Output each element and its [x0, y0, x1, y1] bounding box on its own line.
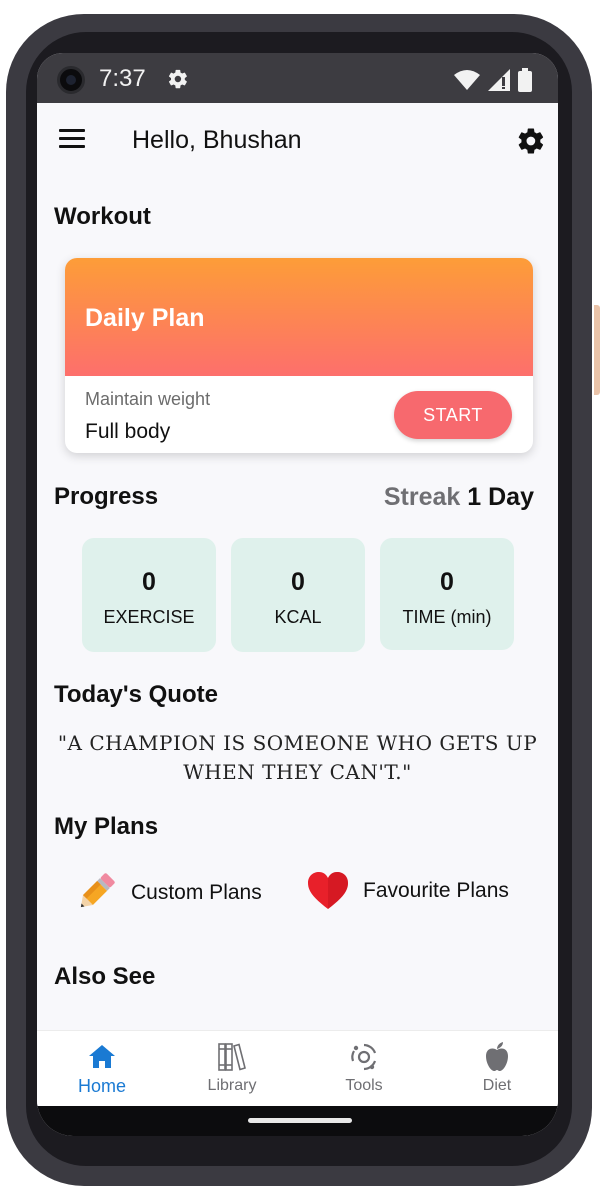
nav-label: Home: [77, 1076, 126, 1096]
nav-label: Library: [207, 1077, 257, 1094]
nav-home[interactable]: Home: [37, 1031, 167, 1107]
stat-label: KCAL: [274, 607, 322, 627]
streak-label: Streak: [383, 483, 461, 511]
tools-icon: [351, 1043, 377, 1071]
greeting-title: Hello, Bhushan: [132, 126, 302, 154]
daily-plan-card[interactable]: Daily Plan Maintain weight Full body STA…: [65, 258, 533, 453]
progress-section-title: Progress: [54, 483, 159, 510]
phone-side-button: [594, 305, 600, 395]
nav-diet[interactable]: Diet: [432, 1031, 558, 1107]
pencil-icon: [80, 873, 115, 908]
stat-value: 0: [142, 568, 156, 596]
heart-icon: [308, 872, 348, 909]
home-icon: [89, 1045, 115, 1068]
wifi-icon: [454, 70, 480, 90]
stat-label: TIME (min): [402, 607, 492, 627]
app-screen: 7:37 Hello, Bhushan Workout Daily Plan M…: [37, 53, 558, 1136]
also-see-section-title: Also See: [54, 963, 156, 990]
streak-value: 1 Day: [467, 483, 534, 511]
app-header: Hello, Bhushan: [37, 103, 558, 179]
signal-icon: [488, 69, 510, 91]
nav-tools[interactable]: Tools: [299, 1031, 429, 1107]
quote-section-title: Today's Quote: [54, 681, 218, 708]
stat-label: EXERCISE: [103, 607, 195, 627]
apple-icon: [486, 1042, 508, 1071]
plan-goal: Maintain weight: [85, 389, 211, 409]
stat-value: 0: [291, 568, 305, 596]
battery-icon: [518, 68, 532, 92]
menu-icon[interactable]: [59, 129, 85, 149]
front-camera: [57, 66, 85, 94]
favourite-plans-label: Favourite Plans: [363, 879, 509, 902]
gear-icon: [168, 69, 187, 89]
settings-icon[interactable]: [516, 126, 546, 156]
custom-plans-label: Custom Plans: [131, 881, 262, 904]
plan-focus: Full body: [85, 420, 171, 443]
favourite-plans-link[interactable]: Favourite Plans: [307, 871, 509, 911]
streak-indicator: Streak 1 Day: [384, 483, 534, 512]
custom-plans-link[interactable]: Custom Plans: [73, 871, 262, 915]
library-icon: [218, 1043, 246, 1071]
start-button[interactable]: START: [394, 391, 512, 439]
nav-label: Tools: [345, 1077, 383, 1094]
stat-kcal: 0 KCAL: [231, 538, 365, 652]
my-plans-section-title: My Plans: [54, 813, 159, 840]
nav-label: Diet: [482, 1077, 512, 1094]
stat-exercise: 0 EXERCISE: [82, 538, 216, 652]
status-time: 7:37: [99, 65, 146, 92]
stat-value: 0: [440, 568, 454, 596]
plan-banner: Daily Plan: [65, 258, 533, 376]
stat-time: 0 TIME (min): [380, 538, 514, 650]
home-indicator[interactable]: [248, 1118, 352, 1123]
status-icons: [454, 68, 532, 92]
workout-section-title: Workout: [54, 203, 151, 230]
quote-text: "A CHAMPION IS SOMEONE WHO GETS UP WHEN …: [57, 731, 538, 784]
nav-library[interactable]: Library: [167, 1031, 297, 1107]
status-bar: 7:37: [37, 53, 558, 103]
plan-title: Daily Plan: [85, 304, 205, 332]
bottom-navigation: Home Library Tools Diet: [37, 1030, 558, 1106]
